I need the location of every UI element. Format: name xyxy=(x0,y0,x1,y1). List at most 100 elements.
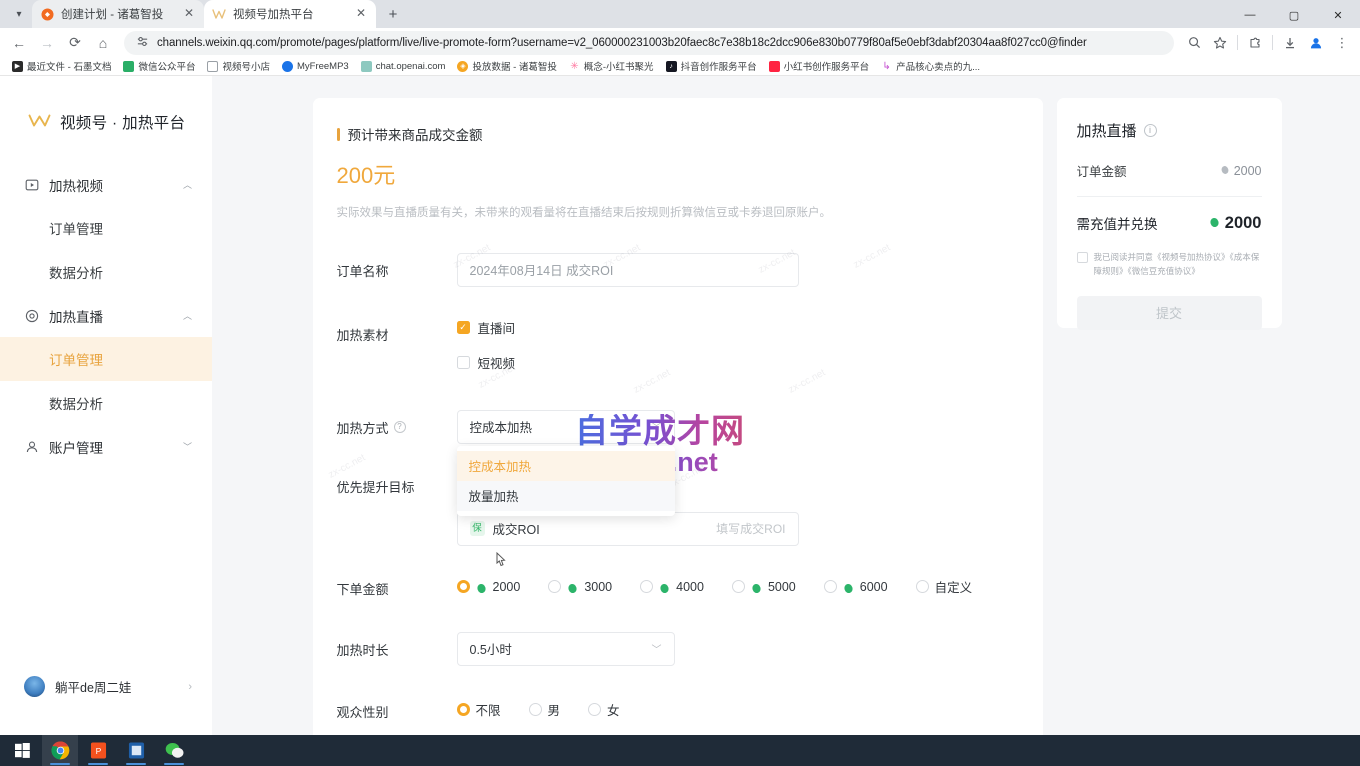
order-amount-option-custom[interactable]: 自定义 xyxy=(916,577,973,596)
duration-select[interactable]: 0.5小时 ﹀ xyxy=(457,632,675,666)
radio-icon[interactable] xyxy=(588,703,601,716)
summary-order-amount-row: 订单金额 2000 xyxy=(1077,161,1262,180)
taskbar-blue-app[interactable] xyxy=(118,735,154,766)
roi-input[interactable]: 保 成交ROI 填写成交ROI xyxy=(457,512,799,546)
minimize-button[interactable]: — xyxy=(1228,0,1272,30)
bookmark-item[interactable]: ✳概念-小红书聚光 xyxy=(563,58,660,74)
roi-label: 成交ROI xyxy=(493,519,709,538)
gender-option-female[interactable]: 女 xyxy=(588,700,620,719)
channels-logo-icon xyxy=(212,7,226,21)
close-window-button[interactable]: ✕ xyxy=(1316,0,1360,30)
form-row-audience-gender: 观众性别 不限 男 xyxy=(337,699,1015,721)
agreement-text[interactable]: 我已阅读并同意《视频号加热协议》《成本保障规则》《微信豆充值协议》 xyxy=(1094,251,1262,277)
bookmark-item[interactable]: 视频号小店 xyxy=(201,58,276,74)
order-amount-option-3000[interactable]: 3000 xyxy=(548,580,612,594)
order-amount-option-4000[interactable]: 4000 xyxy=(640,580,704,594)
estimate-title: 预计带来商品成交金额 xyxy=(348,124,483,144)
sidebar-user[interactable]: 躺平de周二娃 › xyxy=(0,676,212,697)
material-option-short-video[interactable]: 短视频 xyxy=(457,352,1015,374)
bookmark-item[interactable]: ◈投放数据 - 诸葛智投 xyxy=(451,58,562,74)
new-tab-button[interactable]: + xyxy=(380,1,406,27)
checkbox-icon[interactable] xyxy=(457,356,470,369)
radio-icon[interactable] xyxy=(529,703,542,716)
radio-icon[interactable] xyxy=(916,580,929,593)
taskbar-pdf-app[interactable]: P xyxy=(80,735,116,766)
forward-icon[interactable]: → xyxy=(34,30,60,56)
tab-search-icon[interactable]: ▾ xyxy=(6,0,32,28)
order-amount-option-label: 4000 xyxy=(676,580,704,594)
home-icon[interactable]: ⌂ xyxy=(90,30,116,56)
user-name: 躺平de周二娃 xyxy=(55,677,178,696)
tune-icon[interactable] xyxy=(136,35,149,51)
taskbar-chrome[interactable] xyxy=(42,735,78,766)
checkbox-checked-icon[interactable]: ✓ xyxy=(457,321,470,334)
heat-mode-option-volume[interactable]: 放量加热 xyxy=(457,481,675,511)
radio-checked-icon[interactable] xyxy=(457,580,470,593)
sidebar-item-data-analysis-video[interactable]: 数据分析 xyxy=(0,250,212,294)
bookmark-favicon xyxy=(361,61,372,72)
sidebar-nav: 加热视频 ︿ 订单管理 数据分析 加热直播 ︿ 订单管理 数据分析 xyxy=(0,163,212,468)
question-icon[interactable]: ? xyxy=(394,421,406,433)
summary-title-row: 加热直播 i xyxy=(1077,120,1262,141)
zoom-icon[interactable] xyxy=(1182,31,1206,55)
download-icon[interactable] xyxy=(1278,31,1302,55)
browser-tab-2[interactable]: 视频号加热平台 ✕ xyxy=(204,0,376,28)
maximize-button[interactable]: ▢ xyxy=(1272,0,1316,30)
reload-icon[interactable]: ⟳ xyxy=(62,30,88,56)
agreement-checkbox[interactable] xyxy=(1077,252,1088,263)
gender-option-any[interactable]: 不限 xyxy=(457,700,501,719)
taskbar-wechat[interactable] xyxy=(156,735,192,766)
close-icon[interactable]: ✕ xyxy=(354,7,368,21)
live-circle-icon xyxy=(24,308,39,323)
gender-option-male[interactable]: 男 xyxy=(529,700,561,719)
radio-icon[interactable] xyxy=(548,580,561,593)
order-name-input[interactable]: 2024年08月14日 成交ROI xyxy=(457,253,799,287)
sidebar-group-heat-video[interactable]: 加热视频 ︿ xyxy=(0,163,212,206)
heat-mode-dropdown: 控成本加热 放量加热 xyxy=(457,446,675,516)
sidebar-group-label: 加热直播 xyxy=(49,306,173,326)
radio-icon[interactable] xyxy=(824,580,837,593)
bookmark-item[interactable]: 小红书创作服务平台 xyxy=(763,58,876,74)
material-option-live[interactable]: ✓ 直播间 xyxy=(457,317,1015,339)
form-row-order-name: 订单名称 2024年08月14日 成交ROI xyxy=(337,253,1015,287)
app-sidebar: 视频号 · 加热平台 加热视频 ︿ 订单管理 数据分析 xyxy=(0,76,212,735)
sidebar-item-order-management-video[interactable]: 订单管理 xyxy=(0,206,212,250)
bookmark-item[interactable]: chat.openai.com xyxy=(355,60,452,73)
bookmark-item[interactable]: ♪抖音创作服务平台 xyxy=(660,58,763,74)
chrome-menu-icon[interactable]: ⋮ xyxy=(1330,31,1354,55)
profile-icon[interactable] xyxy=(1304,31,1328,55)
close-icon[interactable]: ✕ xyxy=(182,7,196,21)
address-bar[interactable]: channels.weixin.qq.com/promote/pages/pla… xyxy=(124,31,1174,55)
sidebar-group-account-management[interactable]: 账户管理 ﹀ xyxy=(0,425,212,468)
bookmark-label: 小红书创作服务平台 xyxy=(784,59,870,73)
extensions-icon[interactable] xyxy=(1243,31,1267,55)
heat-mode-select[interactable]: 控成本加热 ﹀ xyxy=(457,410,675,444)
bean-icon xyxy=(843,581,854,592)
radio-checked-icon[interactable] xyxy=(457,703,470,716)
sidebar-item-data-analysis-live[interactable]: 数据分析 xyxy=(0,381,212,425)
order-amount-option-label: 5000 xyxy=(768,580,796,594)
order-amount-option-2000[interactable]: 2000 xyxy=(457,580,521,594)
bookmark-item[interactable]: MyFreeMP3 xyxy=(276,60,355,73)
back-icon[interactable]: ← xyxy=(6,30,32,56)
submit-button[interactable]: 提交 xyxy=(1077,296,1262,330)
toolbar-divider xyxy=(1237,35,1238,50)
heat-mode-option-cost-control[interactable]: 控成本加热 xyxy=(457,451,675,481)
radio-icon[interactable] xyxy=(732,580,745,593)
bookmark-item[interactable]: ▶最近文件 - 石墨文档 xyxy=(6,58,117,74)
sidebar-group-heat-live[interactable]: 加热直播 ︿ xyxy=(0,294,212,337)
sidebar-item-order-management-live[interactable]: 订单管理 xyxy=(0,337,212,381)
summary-title: 加热直播 xyxy=(1077,120,1137,141)
window-controls: — ▢ ✕ xyxy=(1228,0,1360,30)
bookmark-item[interactable]: ↳产品核心卖点的九... xyxy=(875,58,986,74)
radio-icon[interactable] xyxy=(640,580,653,593)
bookmark-label: 视频号小店 xyxy=(222,59,270,73)
browser-tab-1[interactable]: 创建计划 - 诸葛智投 ✕ xyxy=(32,0,204,28)
order-amount-option-5000[interactable]: 5000 xyxy=(732,580,796,594)
bookmark-star-icon[interactable] xyxy=(1208,31,1232,55)
order-amount-option-6000[interactable]: 6000 xyxy=(824,580,888,594)
order-name-label: 订单名称 xyxy=(337,253,457,280)
start-button[interactable] xyxy=(4,735,40,766)
info-icon[interactable]: i xyxy=(1144,124,1157,137)
bookmark-item[interactable]: 微信公众平台 xyxy=(117,58,201,74)
